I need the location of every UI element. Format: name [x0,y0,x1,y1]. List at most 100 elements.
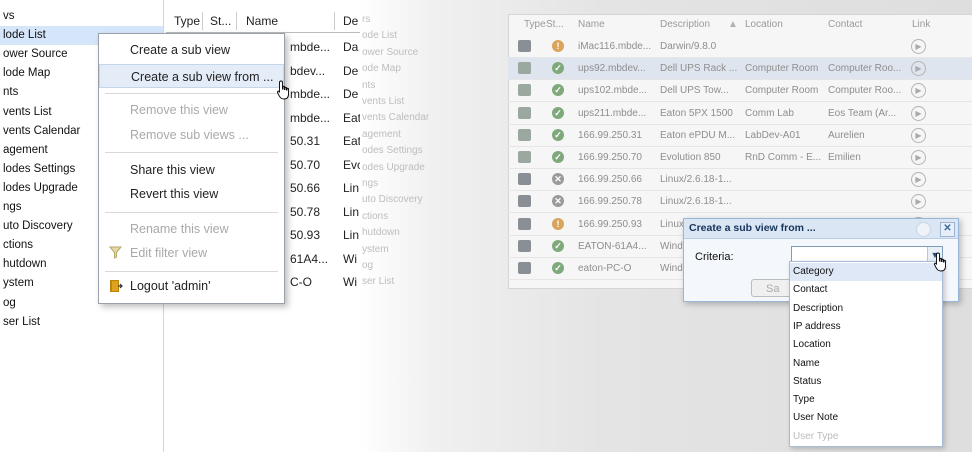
sidebar-item[interactable]: ser List [362,276,394,287]
table-cell-description: Linux/2.6.18-1... [660,174,732,186]
table-cell-description: Lin [343,228,360,242]
column-description-header[interactable]: De [343,12,358,30]
sidebar-item[interactable]: ctions [362,211,388,222]
table-row[interactable]: ✓ ups211.mbde... Eaton 5PX 1500 Comm Lab Eos… [508,103,972,125]
sidebar-item[interactable]: vents Calendar [362,112,429,123]
menu-rename-view[interactable]: Rename this view [99,217,284,241]
criteria-dropdown-list: Category Contact Description IP address Loca… [789,261,943,447]
table-cell-description: Evc [343,157,360,172]
open-link-icon[interactable]: ▶ [911,83,926,99]
menu-remove-sub-views[interactable]: Remove sub views ... [99,123,284,147]
sidebar-item[interactable]: og [362,260,373,271]
column-type-header[interactable]: Type [524,14,546,36]
table-row[interactable]: ✕ 166.99.250.78 Linux/2.6.18-1... ▶ [508,191,972,214]
column-link-header[interactable]: Link [912,14,930,36]
table-cell-description: Dell UPS Tow... [660,85,729,97]
menu-revert-view[interactable]: Revert this view [99,182,284,206]
status-err-icon: ✕ [552,195,564,208]
table-cell-name: 50.78 [290,204,321,219]
sidebar-item[interactable]: vs [0,7,163,26]
dropdown-option[interactable]: Name [790,355,942,373]
dropdown-option[interactable]: Description [790,300,942,318]
open-link-icon[interactable]: ▶ [911,39,926,54]
menu-create-sub-view[interactable]: Create a sub view [99,38,284,62]
sidebar-item[interactable]: agement [362,129,401,140]
dropdown-option[interactable]: Category [790,263,942,281]
sidebar-item[interactable]: uto Discovery [362,194,423,205]
open-link-icon[interactable]: ▶ [911,172,926,188]
sidebar-item[interactable]: ystem [362,244,389,255]
table-cell-name: 166.99.250.66 [578,174,642,186]
table-cell-name: eaton-PC-O [578,263,632,274]
table-row[interactable]: ✓ 166.99.250.31 Eaton ePDU M... LabDev-A01 A… [508,125,972,147]
sidebar-item[interactable]: ngs [362,178,378,189]
table-cell-description: Eat [343,134,360,148]
table-row[interactable]: ✕ 166.99.250.66 Linux/2.6.18-1... ▶ [508,169,972,192]
column-location-header[interactable]: Location [745,14,783,36]
dropdown-option[interactable]: Status [790,373,942,391]
table-cell-contact [828,169,908,190]
menu-logout[interactable]: Logout 'admin' [99,274,284,298]
column-description-header[interactable]: Description [660,14,710,36]
sidebar-item[interactable]: ower Source [362,47,418,58]
column-status-header[interactable]: St... [210,12,231,30]
dropdown-option[interactable]: Contact [790,281,942,299]
dropdown-option[interactable]: Location [790,336,942,354]
table-cell-name: mbde... [290,87,330,101]
ups-device-icon [518,84,531,97]
column-name-header[interactable]: Name [578,14,605,36]
table-cell-name: ups92.mbdev... [578,63,646,75]
table-cell-name: C-O [290,275,312,289]
menu-create-sub-view-from[interactable]: Create a sub view from ... [99,64,284,88]
open-link-icon[interactable]: ▶ [911,194,926,210]
column-status-header[interactable]: St... [546,14,564,36]
help-icon[interactable] [916,222,931,237]
table-cell-contact [828,191,908,212]
table-cell-name: 166.99.250.70 [578,152,642,163]
column-contact-header[interactable]: Contact [828,14,862,36]
table-cell-name: mbde... [290,40,330,54]
sidebar-item[interactable]: hutdown [362,227,400,238]
table-cell-contact: Eos Team (Ar... [828,107,897,119]
table-cell-description: Evolution 850 [660,152,721,163]
dropdown-option[interactable]: User Type [790,428,942,446]
column-name-header[interactable]: Name [246,12,278,30]
table-cell-name: mbde... [290,110,330,125]
computer-icon [518,262,531,274]
menu-share-view[interactable]: Share this view [99,158,284,182]
menu-remove-view[interactable]: Remove this view [99,98,284,122]
status-warn-icon: ! [552,217,564,230]
dropdown-option[interactable]: User Note [790,409,942,427]
table-row[interactable]: ! iMac116.mbde... Darwin/9.8.0 ▶ [508,36,972,58]
sidebar-item[interactable]: odes Settings [362,145,423,156]
sidebar-item[interactable]: ser List [0,313,163,332]
open-link-icon[interactable]: ▶ [911,127,926,143]
sidebar-item[interactable]: odes Upgrade [362,162,425,173]
table-row[interactable]: ✓ ups102.mbde... Dell UPS Tow... Computer R… [508,80,972,103]
sidebar-item[interactable]: ode Map [362,63,401,74]
table-row[interactable]: ✓ ups92.mbdev... Dell UPS Rack ... Computer… [508,58,972,81]
ups-device-icon [518,151,531,163]
table-cell-name: 50.31 [290,134,321,148]
dropdown-option[interactable]: IP address [790,318,942,336]
column-type-header[interactable]: Type [174,12,200,30]
sidebar-item[interactable]: nts [362,80,375,91]
status-warn-icon: ! [552,40,564,52]
sidebar-item[interactable]: rs [362,14,370,25]
table-row[interactable]: ✓ 166.99.250.70 Evolution 850 RnD Comm - E.… [508,147,972,169]
open-link-icon[interactable]: ▶ [911,150,926,165]
sidebar-item[interactable]: ode List [362,30,397,41]
dropdown-option[interactable]: Type [790,391,942,409]
open-link-icon[interactable]: ▶ [911,105,926,121]
table-cell-location [745,36,825,57]
open-link-icon[interactable]: ▶ [911,61,926,77]
computer-icon [518,40,531,52]
menu-edit-filter-view[interactable]: Edit filter view [99,241,284,265]
computer-icon [518,239,531,252]
ups-device-icon [518,62,531,75]
computer-icon [518,195,531,208]
close-icon[interactable]: ✕ [940,222,955,237]
computer-icon [518,217,531,230]
sidebar-item[interactable]: vents List [362,96,404,107]
table-cell-description: Dell UPS Rack ... [660,63,738,75]
